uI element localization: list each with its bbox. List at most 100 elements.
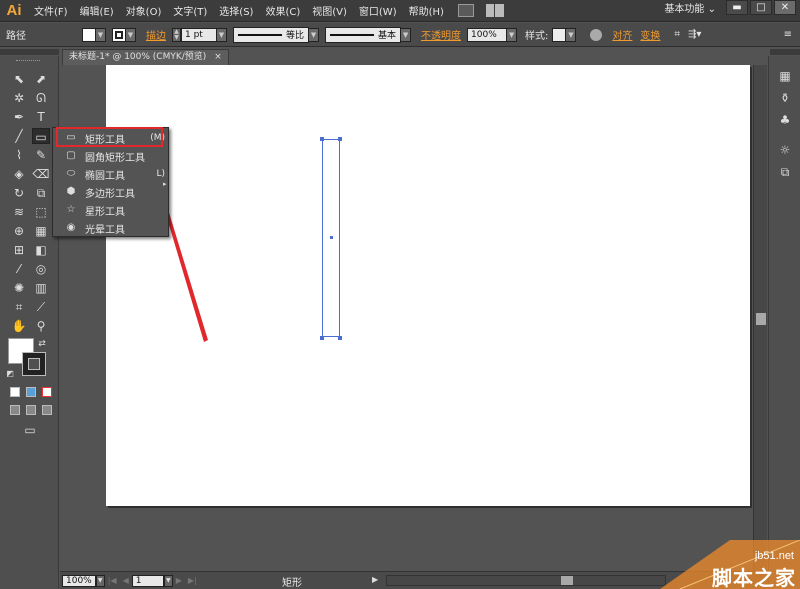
selection-handle[interactable] (338, 336, 342, 340)
menu-window[interactable]: 窗口(W) (353, 3, 403, 18)
menu-view[interactable]: 视图(V) (306, 3, 353, 18)
color-mode-icon[interactable] (10, 387, 20, 397)
next-artboard-icon[interactable]: ▶ (176, 576, 182, 585)
slice-tool-icon[interactable]: ⟋ (32, 299, 50, 315)
free-transform-tool-icon[interactable]: ⬚ (32, 204, 50, 220)
opacity-dropdown[interactable]: ▼ (507, 27, 518, 42)
none-mode-icon[interactable] (42, 387, 52, 397)
flyout-item-flare[interactable]: ◉ 光晕工具 (59, 219, 165, 237)
tools-grip[interactable] (16, 60, 40, 62)
tools-collapse-strip[interactable] (0, 49, 59, 55)
horizontal-scroll-thumb[interactable] (561, 576, 573, 585)
stroke-weight-stepper[interactable]: ▲ ▼ (172, 27, 181, 42)
opacity-link[interactable]: 不透明度 (421, 27, 461, 42)
document-tab[interactable]: 未标题-1* @ 100% (CMYK/预览) × (62, 49, 229, 65)
close-button[interactable]: ✕ (774, 0, 796, 15)
symbols-icon[interactable]: ♣ (777, 112, 793, 128)
stroke-dropdown[interactable]: ▼ (126, 27, 136, 42)
panel-menu-icon[interactable]: ≡ (784, 29, 792, 40)
selection-tool-icon[interactable]: ⬉ (10, 71, 28, 87)
draw-normal-icon[interactable] (10, 405, 20, 415)
menu-file[interactable]: 文件(F) (28, 3, 74, 18)
menu-effect[interactable]: 效果(C) (259, 3, 306, 18)
zoom-dropdown[interactable]: ▼ (95, 574, 105, 587)
brushes-icon[interactable]: ⚱ (777, 90, 793, 106)
flyout-item-polygon[interactable]: ⬢ 多边形工具 (59, 183, 165, 201)
fill-swatch[interactable] (82, 27, 96, 42)
lasso-tool-icon[interactable]: ᘏ (32, 90, 50, 106)
blend-tool-icon[interactable]: ◎ (32, 261, 50, 277)
zoom-tool-icon[interactable]: ⚲ (32, 318, 50, 334)
screen-mode-icon[interactable]: ▭ (20, 422, 40, 438)
flyout-item-star[interactable]: ☆ 星形工具 (59, 201, 165, 219)
vertical-scrollbar[interactable] (753, 65, 767, 571)
scale-tool-icon[interactable]: ⧉ (32, 185, 50, 201)
opacity-field[interactable]: 100% (467, 27, 508, 42)
draw-inside-icon[interactable] (42, 405, 52, 415)
type-tool-icon[interactable]: T (32, 109, 50, 125)
magic-wand-tool-icon[interactable]: ✲ (10, 90, 28, 106)
menu-help[interactable]: 帮助(H) (403, 3, 450, 18)
profile-dropdown[interactable]: ▼ (309, 27, 320, 42)
swap-fill-stroke-icon[interactable]: ⇄ (36, 336, 48, 352)
artboard-field[interactable]: 1 (131, 574, 164, 587)
align-link[interactable]: 对齐 (612, 27, 632, 42)
transform-link[interactable]: 变换 (640, 27, 660, 42)
zoom-field[interactable]: 100% (62, 574, 96, 587)
direct-selection-tool-icon[interactable]: ⬈ (32, 71, 50, 87)
horizontal-scrollbar[interactable] (386, 575, 666, 586)
draw-behind-icon[interactable] (26, 405, 36, 415)
eyedropper-tool-icon[interactable]: ⁄ (10, 261, 28, 277)
selection-handle[interactable] (338, 137, 342, 141)
flyout-item-ellipse[interactable]: ⬭ 椭圆工具 L) (59, 165, 165, 183)
default-colors-icon[interactable]: ◩ (4, 366, 16, 382)
line-segment-tool-icon[interactable]: ╱ (10, 128, 28, 144)
shape-builder-tool-icon[interactable]: ⊕ (10, 223, 28, 239)
color-guide-icon[interactable]: ▦ (777, 68, 793, 84)
status-menu-icon[interactable]: ▶ (372, 575, 378, 584)
selection-handle[interactable] (320, 336, 324, 340)
vertical-scroll-thumb[interactable] (756, 313, 766, 325)
bridge-icon[interactable] (457, 4, 474, 17)
stroke-weight-dropdown[interactable]: ▼ (217, 27, 227, 42)
selection-handle[interactable] (320, 137, 324, 141)
layers-icon[interactable]: ⧉ (777, 164, 793, 180)
stroke-weight-field[interactable]: 1 pt (181, 27, 217, 42)
maximize-button[interactable]: □ (750, 0, 772, 15)
pen-tool-icon[interactable]: ✒ (10, 109, 28, 125)
fill-dropdown[interactable]: ▼ (96, 27, 106, 42)
arrange-documents-icon[interactable] (485, 4, 504, 17)
eraser-tool-icon[interactable]: ⌫ (32, 166, 50, 182)
warp-tool-icon[interactable]: ≋ (10, 204, 28, 220)
flyout-item-rounded-rectangle[interactable]: ▢ 圆角矩形工具 (59, 147, 165, 165)
graphic-style-dropdown[interactable]: ▼ (566, 27, 577, 42)
variable-width-profile[interactable]: 等比 (233, 26, 310, 43)
isolate-object-icon[interactable]: ⌗ (674, 29, 680, 40)
brush-definition[interactable]: 基本 (325, 26, 402, 43)
graphic-style-swatch[interactable] (552, 27, 567, 42)
rectangle-tool-icon[interactable]: ▭ (32, 128, 50, 144)
stroke-swatch[interactable] (112, 27, 126, 42)
select-similar-icon[interactable]: ⇶▾ (688, 29, 701, 40)
stroke-link[interactable]: 描边 (146, 27, 166, 42)
recolor-artwork-icon[interactable] (590, 28, 603, 41)
rotate-tool-icon[interactable]: ↻ (10, 185, 28, 201)
minimize-button[interactable]: ▬ (726, 0, 748, 15)
hand-tool-icon[interactable]: ✋ (10, 318, 28, 334)
menu-object[interactable]: 对象(O) (120, 3, 168, 18)
menu-edit[interactable]: 编辑(E) (74, 3, 120, 18)
gradient-tool-icon[interactable]: ◧ (32, 242, 50, 258)
workspace-switcher[interactable]: 基本功能 ⌄ (664, 0, 716, 22)
document-tab-close-icon[interactable]: × (214, 50, 222, 65)
dock-collapse-strip[interactable] (768, 49, 800, 55)
menu-select[interactable]: 选择(S) (213, 3, 259, 18)
last-artboard-icon[interactable]: ▶| (188, 576, 197, 585)
artboard-dropdown[interactable]: ▼ (163, 574, 173, 587)
tearoff-icon[interactable]: ▸ (163, 180, 167, 188)
brush-dropdown[interactable]: ▼ (401, 27, 412, 42)
blob-brush-tool-icon[interactable]: ◈ (10, 166, 28, 182)
gradient-mode-icon[interactable] (26, 387, 36, 397)
artboard[interactable] (106, 65, 750, 506)
paintbrush-tool-icon[interactable]: ⌇ (10, 147, 28, 163)
appearance-icon[interactable]: ☼ (777, 142, 793, 158)
